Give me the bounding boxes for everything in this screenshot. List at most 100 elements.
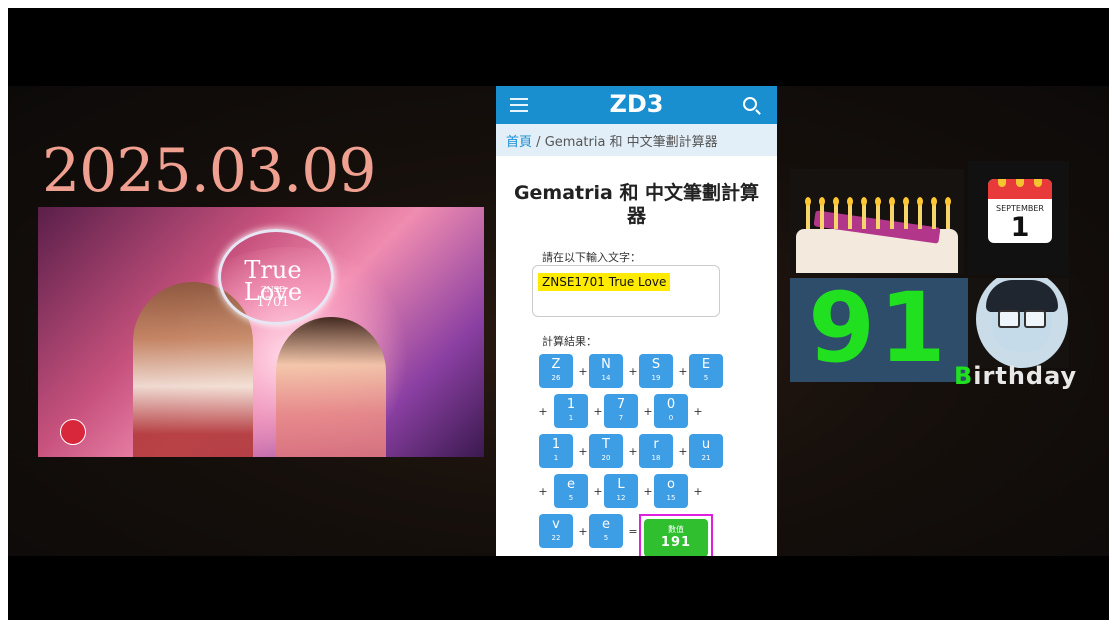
candle-flame: [931, 197, 937, 206]
tile-value: 5: [603, 534, 609, 542]
video-frame: 2025.03.09 True Love ZNSE 1701 ZD3 首頁 / …: [8, 8, 1109, 620]
page-title: Gematria 和 中文筆劃計算器: [513, 182, 760, 227]
tile-char: S: [651, 357, 661, 372]
candle-flame: [847, 197, 853, 206]
breadcrumb: 首頁 / Gematria 和 中文筆劃計算器: [496, 124, 777, 156]
plus-sign: +: [578, 445, 588, 458]
tile-value: 20: [601, 454, 611, 462]
breadcrumb-home-link[interactable]: 首頁: [506, 135, 532, 150]
tile-char: E: [701, 357, 711, 372]
result-char-tile: 00: [654, 394, 688, 428]
plus-sign: +: [578, 525, 588, 538]
input-value: ZNSE1701 True Love: [538, 273, 671, 291]
phone-screenshot: ZD3 首頁 / Gematria 和 中文筆劃計算器 Gematria 和 中…: [496, 86, 777, 556]
date-heading: 2025.03.09: [42, 136, 377, 206]
calendar-ring: [998, 179, 1006, 187]
tile-value: 1: [553, 454, 559, 462]
tile-char: o: [667, 477, 675, 492]
tile-value: 7: [618, 414, 624, 422]
plus-sign: +: [628, 445, 638, 458]
plus-sign: +: [538, 405, 548, 418]
birthday-cake-image: [790, 169, 964, 275]
tile-char: 1: [566, 397, 576, 412]
tile-char: e: [567, 477, 575, 492]
poster-woman-figure: [276, 317, 386, 457]
tile-value: 19: [651, 374, 661, 382]
tile-value: 21: [701, 454, 711, 462]
plus-sign: +: [628, 365, 638, 378]
site-logo[interactable]: ZD3: [496, 90, 777, 118]
candle-flame: [875, 197, 881, 206]
tile-value: 26: [551, 374, 561, 382]
plus-sign: +: [693, 485, 703, 498]
tile-value: 5: [568, 494, 574, 502]
result-char-tile: e5: [554, 474, 588, 508]
candle-flame: [833, 197, 839, 206]
result-char-tile: 77: [604, 394, 638, 428]
candle-flame: [945, 197, 951, 206]
plus-sign: +: [678, 445, 688, 458]
result-highlight-box: 數值 191: [639, 514, 713, 556]
tile-value: 15: [666, 494, 676, 502]
birthday-initial: B: [954, 362, 974, 390]
tile-char: e: [602, 517, 610, 532]
result-char-tile: o 15: [654, 474, 688, 508]
tile-value: 14: [601, 374, 611, 382]
poster-number: 1701: [256, 295, 290, 310]
candle-flame: [819, 197, 825, 206]
plus-sign: +: [693, 405, 703, 418]
candle-flame: [889, 197, 895, 206]
equals-sign: =: [628, 525, 638, 538]
result-char-tile: Z 26: [539, 354, 573, 388]
tile-value: 22: [551, 534, 561, 542]
tile-char: 7: [616, 397, 626, 412]
candle-flame: [805, 197, 811, 206]
text-input[interactable]: ZNSE1701 True Love: [532, 265, 720, 317]
age-number-panel: 91: [790, 278, 968, 382]
glasses-icon: [1024, 310, 1046, 328]
plus-sign: +: [643, 485, 653, 498]
avatar-panel: [968, 278, 1069, 368]
candle: [862, 205, 866, 229]
candle-flame: [861, 197, 867, 206]
calendar-ring: [1016, 179, 1024, 187]
znse-seal-icon: [60, 419, 86, 445]
candle: [890, 205, 894, 229]
result-char-tile: L 12: [604, 474, 638, 508]
result-value: 191: [660, 535, 692, 550]
tile-value: 12: [616, 494, 626, 502]
candle: [932, 205, 936, 229]
result-label: 數值: [668, 525, 684, 534]
site-header: ZD3: [496, 86, 777, 124]
search-icon[interactable]: [743, 97, 757, 111]
tile-char: 1: [551, 437, 561, 452]
input-label: 請在以下輸入文字：: [542, 251, 641, 264]
result-char-tile: r 18: [639, 434, 673, 468]
result-char-tile: u 21: [689, 434, 723, 468]
tile-char: v: [552, 517, 560, 532]
results-label: 計算結果：: [542, 335, 597, 348]
candle: [820, 205, 824, 229]
poster-subtitle: ZNSE: [261, 285, 285, 294]
result-char-tile: N 14: [589, 354, 623, 388]
result-char-tile: e5: [589, 514, 623, 548]
tile-char: N: [601, 357, 611, 372]
result-char-tile: 11: [539, 434, 573, 468]
candle: [918, 205, 922, 229]
tile-value: 1: [568, 414, 574, 422]
birthday-caption: Birthday: [954, 362, 1077, 390]
calendar-image: SEPTEMBER 1: [968, 161, 1069, 275]
glasses-icon: [998, 310, 1020, 328]
calendar-day: 1: [1010, 212, 1030, 243]
tile-char: T: [602, 437, 610, 452]
result-char-tile: v 22: [539, 514, 573, 548]
tile-value: 18: [651, 454, 661, 462]
calendar-page: SEPTEMBER 1: [988, 179, 1052, 243]
tile-char: 0: [666, 397, 676, 412]
birthday-rest: irthday: [973, 362, 1078, 390]
plus-sign: +: [678, 365, 688, 378]
plus-sign: +: [538, 485, 548, 498]
plus-sign: +: [593, 405, 603, 418]
candle: [806, 205, 810, 229]
plus-sign: +: [578, 365, 588, 378]
